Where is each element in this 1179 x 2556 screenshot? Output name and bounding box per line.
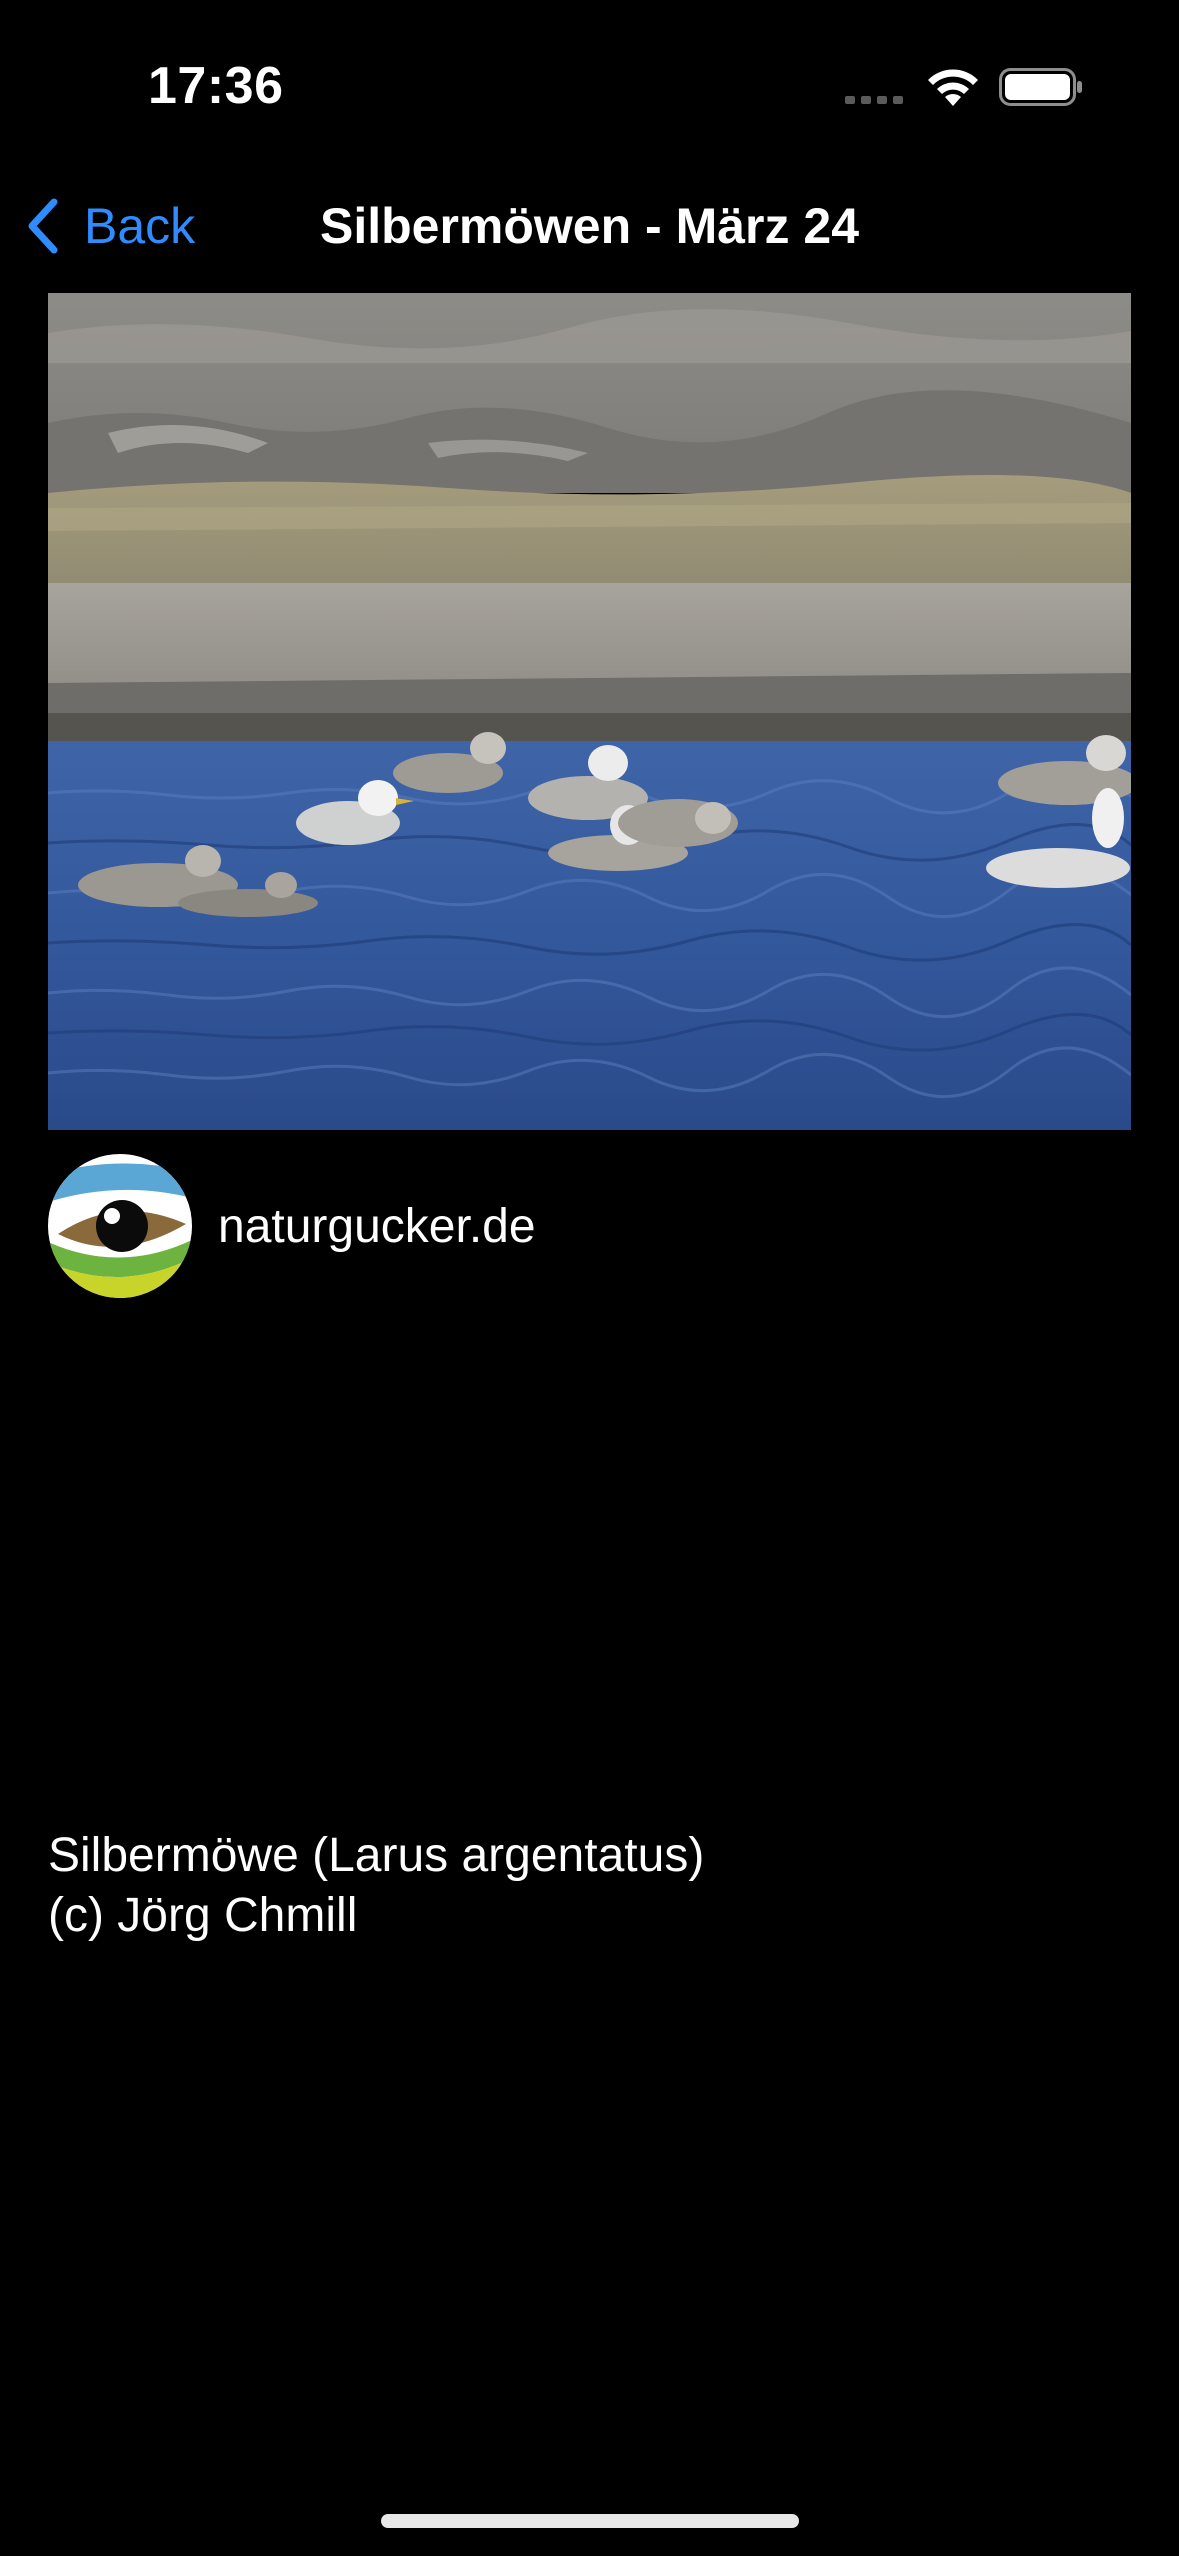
species-name: Silbermöwe (Larus argentatus): [48, 1829, 705, 1882]
wifi-icon: [928, 69, 978, 106]
source-row[interactable]: naturgucker.de: [48, 1154, 536, 1298]
battery-icon: [999, 68, 1082, 106]
navigation-bar: Back Silbermöwen - März 24: [0, 170, 1179, 282]
gull-photo[interactable]: [48, 293, 1131, 1130]
home-indicator[interactable]: [381, 2514, 799, 2528]
back-label: Back: [84, 198, 196, 254]
photo-image: [48, 293, 1131, 1130]
photo-credit: (c) Jörg Chmill: [48, 1889, 358, 1942]
chevron-left-icon: [28, 198, 58, 254]
status-time: 17:36: [148, 57, 284, 115]
source-name: naturgucker.de: [218, 1199, 536, 1253]
photo-caption: Silbermöwe (Larus argentatus) (c) Jörg C…: [48, 1826, 1128, 1946]
status-bar: 17:36: [0, 0, 1179, 170]
page-title: Silbermöwen - März 24: [319, 198, 860, 254]
naturgucker-logo-icon: [48, 1154, 192, 1298]
cellular-signal-icon: [845, 96, 903, 104]
back-button[interactable]: Back: [22, 194, 195, 258]
